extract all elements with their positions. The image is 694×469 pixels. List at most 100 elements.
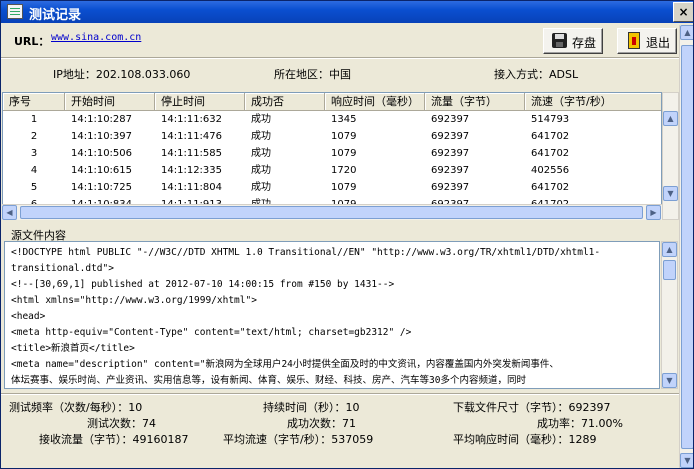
test-record-window: 测试记录 × URL： www.sina.com.cn 存盘 退出 IP地址：2… xyxy=(0,0,694,469)
download-file-size: 下载文件尺寸（字节）：692397 xyxy=(453,401,611,414)
cell-index: 4 xyxy=(30,165,38,176)
table-row[interactable]: 3 14:1:10:506 14:1:11:585 成功 1079 692397 64170… xyxy=(3,145,661,162)
table-row[interactable]: 5 14:1:10:725 14:1:11:804 成功 1079 692397 64170… xyxy=(3,179,661,196)
source-line: <title>新浪首页</title> xyxy=(11,343,135,354)
source-text-area[interactable]: <!DOCTYPE html PUBLIC "-//W3C//DTD XHTML… xyxy=(4,241,660,389)
scroll-thumb[interactable] xyxy=(663,260,676,280)
scroll-up-icon[interactable]: ▲ xyxy=(663,111,678,126)
cell-response-time: 1079 xyxy=(331,131,357,142)
cell-traffic: 692397 xyxy=(431,182,470,193)
exit-door-icon xyxy=(628,32,640,49)
source-line: <meta http-equiv="Content-Type" content=… xyxy=(11,327,412,338)
results-table[interactable]: 序号 开始时间 停止时间 成功否 响应时间（毫秒） 流量（字节） 流速（字节/秒… xyxy=(2,92,662,220)
cell-index: 1 xyxy=(30,114,38,125)
received-traffic: 接收流量（字节）：49160187 xyxy=(39,433,189,446)
average-speed: 平均流速（字节/秒）：537059 xyxy=(223,433,374,446)
cell-speed: 641702 xyxy=(531,148,570,159)
scroll-thumb[interactable] xyxy=(20,206,643,219)
region: 所在地区：中国 xyxy=(274,68,351,81)
source-line: transitional.dtd"> xyxy=(11,263,114,274)
cell-response-time: 1079 xyxy=(331,182,357,193)
window-title: 测试记录 xyxy=(29,8,82,23)
test-frequency: 测试频率（次数/每秒）：10 xyxy=(9,401,143,414)
scroll-down-icon[interactable]: ▼ xyxy=(680,453,693,468)
column-header-success[interactable]: 成功否 xyxy=(245,93,325,111)
url-row: URL： www.sina.com.cn 存盘 退出 xyxy=(1,25,693,57)
save-button-label: 存盘 xyxy=(572,36,597,50)
cell-stop-time: 14:1:11:585 xyxy=(161,148,223,159)
cell-speed: 402556 xyxy=(531,165,570,176)
source-line: 体坛赛事、娱乐时尚、产业资讯、实用信息等，设有新闻、体育、娱乐、财经、科技、房产… xyxy=(11,375,526,386)
column-header-traffic[interactable]: 流量（字节） xyxy=(425,93,525,111)
scroll-down-icon[interactable]: ▼ xyxy=(663,186,678,201)
source-line: <!--[30,69,1] published at 2012-07-10 14… xyxy=(11,279,395,290)
column-header-speed[interactable]: 流速（字节/秒） xyxy=(525,93,661,111)
cell-stop-time: 14:1:11:476 xyxy=(161,131,223,142)
cell-success: 成功 xyxy=(251,114,271,125)
cell-speed: 641702 xyxy=(531,131,570,142)
cell-start-time: 14:1:10:725 xyxy=(71,182,133,193)
cell-traffic: 692397 xyxy=(431,165,470,176)
cell-index: 5 xyxy=(30,182,38,193)
exit-button-label: 退出 xyxy=(646,36,671,50)
table-row[interactable]: 4 14:1:10:615 14:1:12:335 成功 1720 692397 40255… xyxy=(3,162,661,179)
table-header: 序号 开始时间 停止时间 成功否 响应时间（毫秒） 流量（字节） 流速（字节/秒… xyxy=(3,93,661,111)
source-line: <meta name="description" content="新浪网为全球… xyxy=(11,359,559,370)
cell-response-time: 1720 xyxy=(331,165,357,176)
scroll-down-icon[interactable]: ▼ xyxy=(662,373,677,388)
cell-response-time: 1345 xyxy=(331,114,357,125)
save-button[interactable]: 存盘 xyxy=(543,28,603,54)
success-count: 成功次数：71 xyxy=(287,417,356,430)
cell-success: 成功 xyxy=(251,148,271,159)
table-horizontal-scrollbar[interactable]: ◀ ▶ xyxy=(2,204,662,220)
cell-success: 成功 xyxy=(251,165,271,176)
ip-address: IP地址：202.108.033.060 xyxy=(53,68,191,81)
cell-response-time: 1079 xyxy=(331,148,357,159)
disk-icon xyxy=(552,33,567,48)
cell-index: 2 xyxy=(30,131,38,142)
table-row[interactable]: 1 14:1:10:287 14:1:11:632 成功 1345 692397 51479… xyxy=(3,111,661,128)
cell-success: 成功 xyxy=(251,182,271,193)
source-line: <html xmlns="http://www.w3.org/1999/xhtm… xyxy=(11,295,257,306)
cell-traffic: 692397 xyxy=(431,131,470,142)
column-header-index[interactable]: 序号 xyxy=(3,93,65,111)
close-button[interactable]: × xyxy=(673,2,693,22)
access-method: 接入方式：ADSL xyxy=(494,68,579,81)
url-link[interactable]: www.sina.com.cn xyxy=(51,32,141,43)
exit-button[interactable]: 退出 xyxy=(617,28,677,54)
scroll-right-icon[interactable]: ▶ xyxy=(646,205,661,220)
scroll-up-icon[interactable]: ▲ xyxy=(680,25,693,40)
column-header-start-time[interactable]: 开始时间 xyxy=(65,93,155,111)
success-rate: 成功率：71.00% xyxy=(537,417,623,430)
url-label: URL： xyxy=(14,35,50,48)
title-bar[interactable]: 测试记录 × xyxy=(1,1,693,23)
column-header-response-time[interactable]: 响应时间（毫秒） xyxy=(325,93,425,111)
cell-speed: 641702 xyxy=(531,182,570,193)
cell-start-time: 14:1:10:397 xyxy=(71,131,133,142)
cell-stop-time: 14:1:11:804 xyxy=(161,182,223,193)
scroll-left-icon[interactable]: ◀ xyxy=(2,205,17,220)
table-row[interactable]: 2 14:1:10:397 14:1:11:476 成功 1079 692397 64170… xyxy=(3,128,661,145)
cell-traffic: 692397 xyxy=(431,114,470,125)
cell-start-time: 14:1:10:615 xyxy=(71,165,133,176)
cell-start-time: 14:1:10:506 xyxy=(71,148,133,159)
scroll-up-icon[interactable]: ▲ xyxy=(662,242,677,257)
cell-stop-time: 14:1:12:335 xyxy=(161,165,223,176)
window-vertical-scrollbar[interactable]: ▲ ▼ xyxy=(679,25,693,468)
source-line: <head> xyxy=(11,311,46,322)
divider xyxy=(1,393,693,395)
source-vertical-scrollbar[interactable]: ▲ ▼ xyxy=(661,241,678,389)
connection-info: IP地址：202.108.033.060 所在地区：中国 接入方式：ADSL xyxy=(1,59,693,89)
cell-start-time: 14:1:10:287 xyxy=(71,114,133,125)
cell-index: 3 xyxy=(30,148,38,159)
cell-stop-time: 14:1:11:632 xyxy=(161,114,223,125)
table-vertical-scrollbar[interactable]: ▲ ▼ xyxy=(662,92,679,220)
cell-traffic: 692397 xyxy=(431,148,470,159)
cell-speed: 514793 xyxy=(531,114,570,125)
source-line: <!DOCTYPE html PUBLIC "-//W3C//DTD XHTML… xyxy=(11,247,601,258)
scroll-thumb[interactable] xyxy=(681,45,693,449)
average-response-time: 平均响应时间（毫秒）：1289 xyxy=(453,433,597,446)
app-icon xyxy=(7,4,23,19)
column-header-stop-time[interactable]: 停止时间 xyxy=(155,93,245,111)
cell-success: 成功 xyxy=(251,131,271,142)
